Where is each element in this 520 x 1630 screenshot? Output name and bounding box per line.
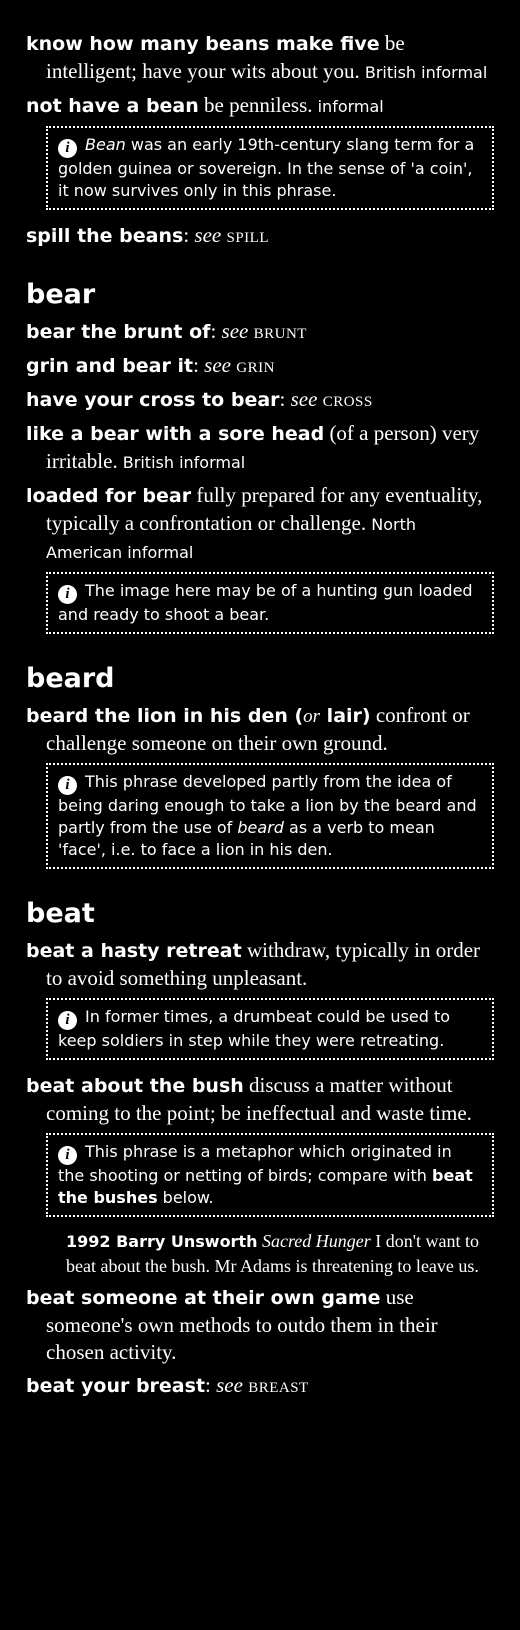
idiom-phrase: beat your breast — [26, 1375, 206, 1397]
idiom-phrase: beard the lion in his den (or lair) — [26, 705, 371, 727]
idiom-phrase: beat about the bush — [26, 1075, 244, 1097]
cross-reference: spill — [226, 223, 270, 247]
info-note: i This phrase is a metaphor which origina… — [46, 1133, 494, 1217]
info-note: i Bean was an early 19th-century slang te… — [46, 126, 494, 210]
cross-reference: grin — [236, 353, 275, 377]
idiom-phrase: bear the brunt of — [26, 321, 211, 343]
phrase-part: beard the lion in his den ( — [26, 705, 304, 727]
info-note: i This phrase developed partly from the i… — [46, 763, 494, 869]
colon: : — [279, 387, 291, 411]
see-label: see — [194, 223, 222, 247]
note-text: This phrase is a metaphor which originat… — [58, 1142, 452, 1185]
info-icon: i — [58, 585, 77, 604]
idiom-phrase: not have a bean — [26, 95, 199, 117]
idiom-phrase: grin and bear it — [26, 355, 194, 377]
idiom-phrase: beat a hasty retreat — [26, 940, 242, 962]
headword-bear: bear — [26, 279, 96, 310]
idiom-phrase: like a bear with a sore head — [26, 423, 325, 445]
cross-reference: cross — [322, 387, 373, 411]
idiom-phrase: have your cross to bear — [26, 389, 280, 411]
quote-source: 1992 Barry Unsworth — [66, 1232, 258, 1251]
cross-reference: brunt — [253, 319, 307, 343]
colon: : — [183, 223, 195, 247]
entry-beat-someone-at-own-game: beat someone at their own game use someo… — [26, 1284, 496, 1366]
note-italic: beard — [237, 818, 284, 837]
entry-beat-a-hasty-retreat: beat a hasty retreat withdraw, typically… — [26, 937, 496, 992]
entry-bear-the-brunt: bear the brunt of: see brunt — [26, 318, 496, 346]
note-text: below. — [157, 1188, 214, 1207]
headword-beat: beat — [26, 898, 95, 929]
dictionary-page: know how many beans make five be intelli… — [0, 0, 520, 1400]
or-label: or — [303, 706, 321, 727]
colon: : — [205, 1373, 217, 1397]
idiom-phrase: beat someone at their own game — [26, 1287, 381, 1309]
colon: : — [210, 319, 222, 343]
info-icon: i — [58, 1011, 77, 1030]
info-note: i In former times, a drumbeat could be us… — [46, 998, 494, 1060]
quotation: 1992 Barry Unsworth Sacred Hunger I don'… — [66, 1229, 496, 1278]
idiom-phrase: spill the beans — [26, 225, 184, 247]
entry-beat-your-breast: beat your breast: see breast — [26, 1372, 496, 1400]
see-label: see — [290, 387, 318, 411]
info-icon: i — [58, 139, 77, 158]
info-icon: i — [58, 1146, 77, 1165]
entry-beard-the-lion: beard the lion in his den (or lair) conf… — [26, 702, 496, 757]
entry-know-how-many-beans: know how many beans make five be intelli… — [26, 30, 496, 86]
cross-reference: breast — [248, 1373, 309, 1397]
idiom-phrase: know how many beans make five — [26, 33, 380, 55]
note-text: In former times, a drumbeat could be use… — [58, 1007, 451, 1050]
quote-title: Sacred Hunger — [257, 1231, 371, 1251]
entry-spill-the-beans: spill the beans: see spill — [26, 222, 496, 250]
entry-loaded-for-bear: loaded for bear fully prepared for any e… — [26, 482, 496, 566]
note-text: The image here may be of a hunting gun l… — [58, 581, 473, 624]
headword-beard: beard — [26, 663, 115, 694]
note-italic: Bean — [85, 135, 126, 154]
info-icon: i — [58, 776, 77, 795]
definition: be penniless. — [198, 93, 313, 117]
colon: : — [193, 353, 205, 377]
info-note: i The image here may be of a hunting gun … — [46, 572, 494, 634]
entry-like-a-bear: like a bear with a sore head (of a perso… — [26, 420, 496, 476]
register-label: British informal — [359, 63, 488, 82]
see-label: see — [221, 319, 249, 343]
register-label: informal — [312, 97, 384, 116]
see-label: see — [204, 353, 231, 377]
entry-beat-about-the-bush: beat about the bush discuss a matter wit… — [26, 1072, 496, 1127]
entry-grin-and-bear-it: grin and bear it: see grin — [26, 352, 496, 380]
idiom-phrase: loaded for bear — [26, 485, 192, 507]
phrase-part: lair) — [320, 705, 371, 727]
see-label: see — [216, 1373, 243, 1397]
entry-not-have-a-bean: not have a bean be penniless. informal — [26, 92, 496, 120]
entry-have-your-cross: have your cross to bear: see cross — [26, 386, 496, 414]
register-label: British informal — [117, 453, 246, 472]
